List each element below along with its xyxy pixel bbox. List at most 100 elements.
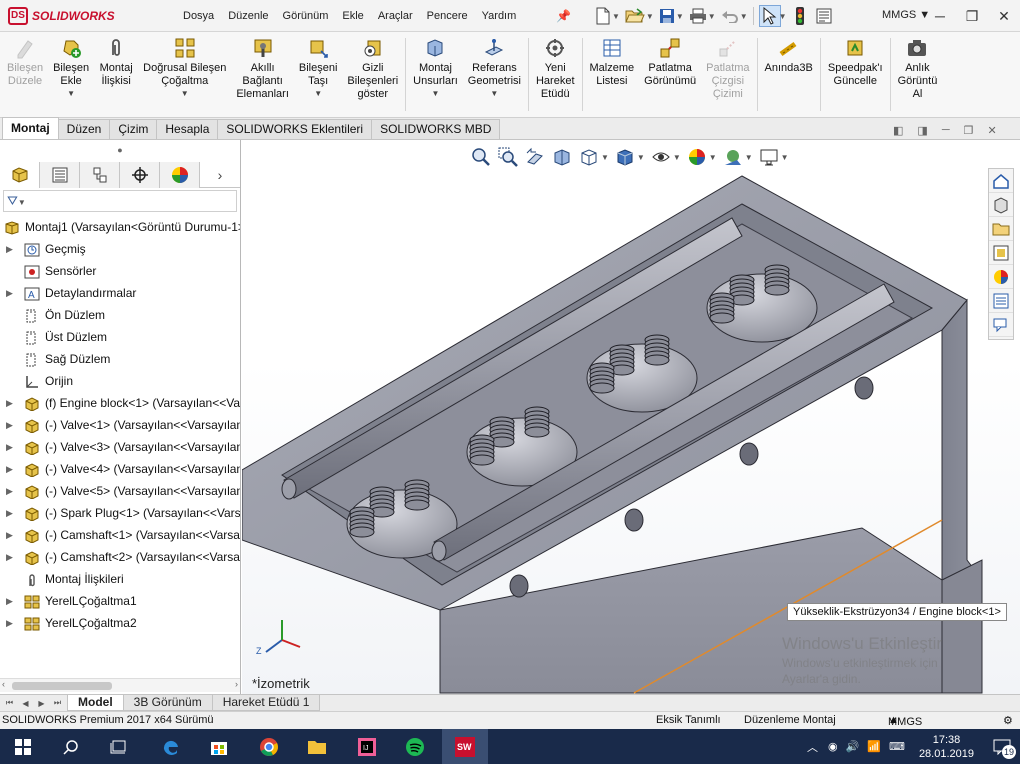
expand-arrow-icon[interactable]: ▶ xyxy=(6,480,13,502)
edge-taskbar-button[interactable] xyxy=(148,729,194,764)
print-dropdown[interactable]: ▼ xyxy=(708,12,716,21)
volume-icon[interactable]: 🔊 xyxy=(846,740,860,753)
view-palette-button[interactable] xyxy=(989,241,1013,265)
menu-view[interactable]: Görünüm xyxy=(276,10,336,22)
tree-horizontal-scrollbar[interactable]: ‹ › xyxy=(0,678,240,692)
file-explorer-button[interactable] xyxy=(989,217,1013,241)
design-library-button[interactable] xyxy=(989,193,1013,217)
instant3d-button[interactable]: Anında3B xyxy=(760,32,818,117)
take-snapshot-button[interactable]: Anlık Görüntü Al xyxy=(893,32,943,117)
select-button[interactable] xyxy=(758,5,781,27)
next-tab-icon[interactable]: ▶ xyxy=(34,696,49,710)
panel-collapse-handle[interactable]: ● xyxy=(0,140,240,160)
tree-item[interactable]: ▶ (-) Valve<3> (Varsayılan<<Varsayılan>_G… xyxy=(0,436,240,458)
doc-restore-icon[interactable]: ❐ xyxy=(964,124,974,137)
tree-item[interactable]: ▶ Geçmiş xyxy=(0,238,240,260)
insert-component-dropdown-icon[interactable]: ▼ xyxy=(67,89,75,98)
task-view-button[interactable] xyxy=(96,729,142,764)
network-icon[interactable]: 📶 xyxy=(867,740,881,753)
tree-item[interactable]: Üst Düzlem xyxy=(0,326,240,348)
tab-evaluate[interactable]: Hesapla xyxy=(156,119,219,139)
tree-item[interactable]: ▶ (-) Spark Plug<1> (Varsayılan<<Varsayıl… xyxy=(0,502,240,524)
expand-arrow-icon[interactable]: ▶ xyxy=(6,524,13,546)
expand-arrow-icon[interactable]: ▶ xyxy=(6,502,13,524)
expand-arrow-icon[interactable]: ▶ xyxy=(6,590,13,612)
menu-file[interactable]: Dosya xyxy=(176,10,221,22)
scroll-left-icon[interactable]: ‹ xyxy=(2,679,5,689)
pin-icon[interactable]: 📌 xyxy=(556,9,571,23)
graphics-area[interactable]: ▼ ▼ ▼ ▼ ▼ ▼ Z *İzometrik Yükseklik-Ekstr… xyxy=(242,140,1020,694)
units-status[interactable]: MMGS ▲ xyxy=(888,714,922,728)
tree-item[interactable]: ▶ (-) Camshaft<2> (Varsayılan<<Varsayılan… xyxy=(0,546,240,568)
close-button[interactable]: ✕ xyxy=(988,0,1020,32)
tree-item[interactable]: ▶ (-) Valve<4> (Varsayılan<<Varsayılan>_G… xyxy=(0,458,240,480)
last-tab-icon[interactable]: ⏭ xyxy=(50,696,65,710)
search-button[interactable] xyxy=(48,729,94,764)
solidworks-logo[interactable]: DS SOLIDWORKS xyxy=(4,3,154,29)
expand-arrow-icon[interactable]: ▶ xyxy=(6,282,13,304)
undo-dropdown[interactable]: ▼ xyxy=(740,12,748,21)
expand-arrow-icon[interactable]: ▶ xyxy=(6,546,13,568)
tree-item[interactable]: Orijin xyxy=(0,370,240,392)
first-tab-icon[interactable]: ⏮ xyxy=(2,696,17,710)
tree-item[interactable]: Montaj İlişkileri xyxy=(0,568,240,590)
solidworks-taskbar-button[interactable]: SW xyxy=(442,729,488,764)
file-explorer-taskbar-button[interactable] xyxy=(294,729,340,764)
tree-item[interactable]: ▶ A Detaylandırmalar xyxy=(0,282,240,304)
task-pane-home-button[interactable] xyxy=(989,169,1013,193)
tab-dimxpert[interactable] xyxy=(120,162,160,188)
solidworks-tray-icon[interactable]: ◉ xyxy=(828,740,838,753)
units-indicator[interactable]: MMGS ▼ xyxy=(882,9,930,21)
clock[interactable]: 17:38 28.01.2019 xyxy=(919,733,974,761)
linear-pattern-dropdown-icon[interactable]: ▼ xyxy=(181,89,189,98)
rebuild-button[interactable] xyxy=(789,5,811,27)
expand-arrow-icon[interactable]: ▶ xyxy=(6,414,13,436)
menu-help[interactable]: Yardım xyxy=(475,10,524,22)
bill-of-materials-button[interactable]: Malzeme Listesi xyxy=(585,32,640,117)
save-dropdown[interactable]: ▼ xyxy=(676,12,684,21)
tab-motion-study[interactable]: Hareket Etüdü 1 xyxy=(211,695,321,711)
doc-minimize-icon[interactable]: ─ xyxy=(942,124,950,137)
reference-geometry-button[interactable]: Referans Geometrisi ▼ xyxy=(463,32,526,117)
expand-arrow-icon[interactable]: ▶ xyxy=(6,238,13,260)
expand-arrow-icon[interactable]: ▶ xyxy=(6,436,13,458)
tree-item[interactable]: ▶ (f) Engine block<1> (Varsayılan<<Varsay… xyxy=(0,392,240,414)
intellij-taskbar-button[interactable]: IJ xyxy=(344,729,390,764)
tab-layout[interactable]: Düzen xyxy=(57,119,111,139)
menu-tools[interactable]: Araçlar xyxy=(371,10,420,22)
chevron-right-icon[interactable]: › xyxy=(200,162,240,187)
move-component-button[interactable]: Bileşeni Taşı ▼ xyxy=(294,32,343,117)
tree-item[interactable]: ▶ YerelLÇoğaltma2 xyxy=(0,612,240,634)
new-document-button[interactable] xyxy=(592,5,614,27)
store-taskbar-button[interactable] xyxy=(196,729,242,764)
open-dropdown[interactable]: ▼ xyxy=(646,12,654,21)
explode-line-sketch-button[interactable]: Patlatma Çizgisi Çizimi xyxy=(701,32,754,117)
show-hidden-components-button[interactable]: Gizli Bileşenleri göster xyxy=(342,32,403,117)
custom-properties-button[interactable] xyxy=(989,289,1013,313)
forum-button[interactable] xyxy=(989,313,1013,337)
move-component-dropdown-icon[interactable]: ▼ xyxy=(314,89,322,98)
tree-item[interactable]: ▶ (-) Valve<5> (Varsayılan<<Varsayılan>_G… xyxy=(0,480,240,502)
tree-item[interactable]: Ön Düzlem xyxy=(0,304,240,326)
scrollbar-thumb[interactable] xyxy=(12,682,112,690)
insert-component-button[interactable]: Bileşen Ekle ▼ xyxy=(48,32,94,117)
expand-arrow-icon[interactable]: ▶ xyxy=(6,612,13,634)
tab-addins[interactable]: SOLIDWORKS Eklentileri xyxy=(217,119,373,139)
tab-3d-views[interactable]: 3B Görünüm xyxy=(122,695,213,711)
appearances-button[interactable] xyxy=(989,265,1013,289)
status-help-icon[interactable]: ⚙ xyxy=(1003,714,1013,727)
start-button[interactable] xyxy=(0,729,46,764)
scroll-right-icon[interactable]: › xyxy=(235,679,238,689)
keyboard-icon[interactable]: ⌨ xyxy=(889,740,905,753)
tab-feature-tree[interactable] xyxy=(0,162,40,188)
tab-mbd[interactable]: SOLIDWORKS MBD xyxy=(371,119,501,139)
expand-arrow-icon[interactable]: ▶ xyxy=(6,392,13,414)
print-button[interactable] xyxy=(686,5,710,27)
tab-property-manager[interactable] xyxy=(40,162,80,188)
tab-assembly[interactable]: Montaj xyxy=(2,117,59,139)
file-properties-button[interactable] xyxy=(813,5,835,27)
tree-item[interactable]: Sağ Düzlem xyxy=(0,348,240,370)
linear-pattern-button[interactable]: Doğrusal Bileşen Çoğaltma ▼ xyxy=(138,32,231,117)
tree-item[interactable]: ▶ (-) Camshaft<1> (Varsayılan<<Varsayılan… xyxy=(0,524,240,546)
tree-item[interactable]: Montaj1 (Varsayılan<Görüntü Durumu-1>) xyxy=(0,216,240,238)
